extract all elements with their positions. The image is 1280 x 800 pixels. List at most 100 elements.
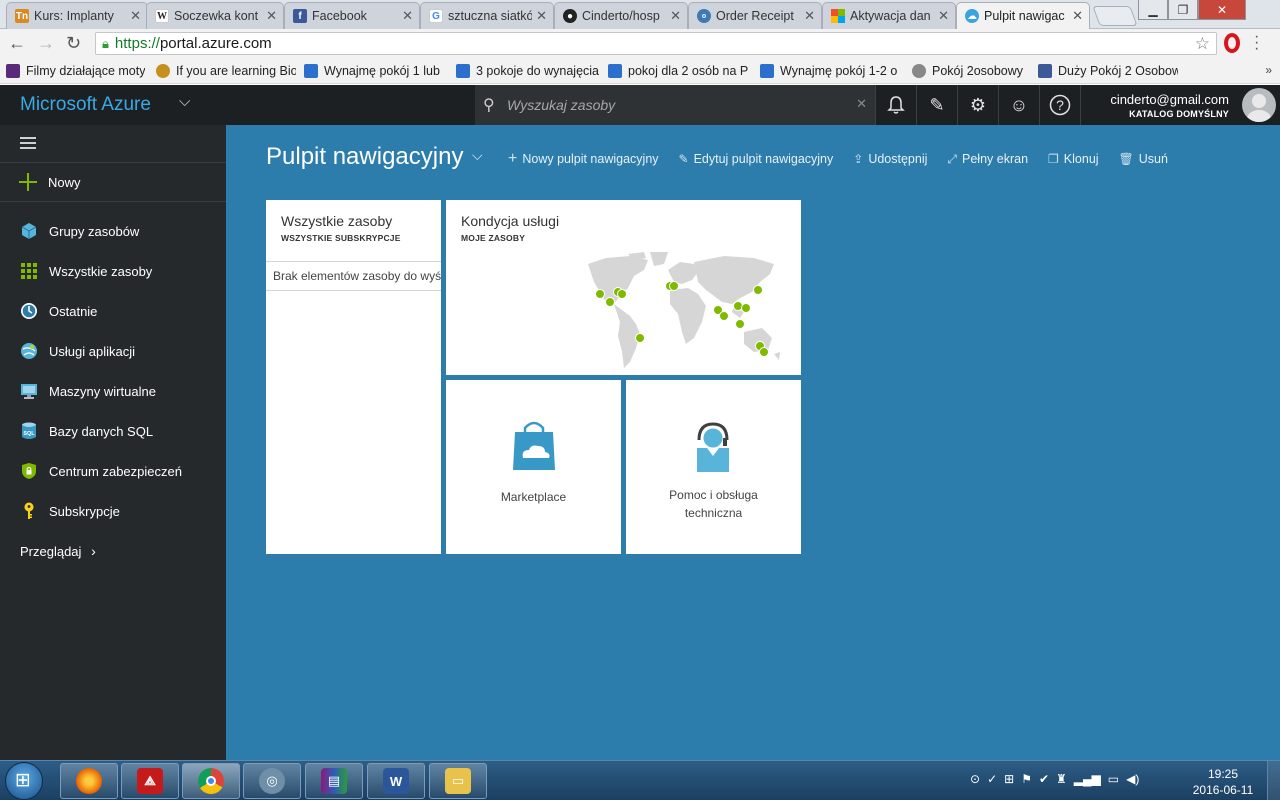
hamburger-menu-icon[interactable] bbox=[20, 137, 36, 152]
delete-button[interactable]: 🗑︎ Usuń bbox=[1119, 150, 1168, 168]
browser-tab[interactable]: W Soczewka kont ✕ bbox=[146, 2, 284, 29]
taskbar-clock[interactable]: 19:25 2016-06-11 bbox=[1188, 766, 1258, 798]
close-window-button[interactable]: ✕ bbox=[1198, 0, 1246, 20]
taskbar-app-acrobat[interactable]: ⟁ bbox=[121, 763, 179, 799]
sql-databases-icon: SQL bbox=[20, 422, 38, 440]
sidebar-item-recent[interactable]: Ostatnie bbox=[0, 291, 226, 331]
address-bar[interactable]: 🔒︎ https://portal.azure.com ☆ bbox=[95, 32, 1217, 55]
reload-icon[interactable]: ↻ bbox=[66, 33, 81, 53]
sidebar-item-virtual-machines[interactable]: Maszyny wirtualne bbox=[0, 371, 226, 411]
tab-close-icon[interactable]: ✕ bbox=[804, 8, 815, 24]
new-tab-button[interactable] bbox=[1092, 6, 1138, 26]
bookmark-item[interactable]: Filmy działające moty bbox=[6, 63, 148, 78]
search-box[interactable]: ⚲ Wyszukaj zasoby ✕ bbox=[475, 85, 875, 125]
bookmark-item[interactable]: Pokój 2osobowy bbox=[912, 63, 1030, 78]
opera-extension-icon[interactable] bbox=[1224, 33, 1240, 53]
browse-more-link[interactable]: Przeglądaj › bbox=[20, 543, 96, 559]
back-arrow-icon[interactable]: ← bbox=[8, 33, 26, 53]
tab-close-icon[interactable]: ✕ bbox=[1072, 8, 1083, 24]
sidebar-item-resource-groups[interactable]: Grupy zasobów bbox=[0, 211, 226, 251]
all-resources-tile[interactable]: Wszystkie zasoby WSZYSTKIE SUBSKRYPCJE B… bbox=[266, 200, 441, 554]
bookmark-item[interactable]: Wynajmę pokój 1 lub bbox=[304, 63, 448, 78]
taskbar-app-teamviewer[interactable]: ◎ bbox=[243, 763, 301, 799]
tab-title: Kurs: Implanty bbox=[34, 9, 114, 23]
account-menu[interactable]: cinderto@gmail.com KATALOG DOMYŚLNY bbox=[1080, 85, 1280, 125]
help-question-icon[interactable]: ? bbox=[1039, 85, 1080, 125]
bookmark-item[interactable]: pokoj dla 2 osób na P bbox=[608, 63, 752, 78]
tray-signal-icon[interactable]: ▂▄▆ bbox=[1074, 772, 1101, 786]
settings-gear-icon[interactable]: ⚙ bbox=[957, 85, 998, 125]
avatar[interactable] bbox=[1242, 88, 1276, 122]
command-label: Nowy pulpit nawigacyjny bbox=[522, 152, 659, 166]
bookmark-item[interactable]: 3 pokoje do wynajęcia bbox=[456, 63, 600, 78]
tray-flag-icon[interactable]: ⚑ bbox=[1021, 772, 1032, 786]
bookmark-item[interactable]: Wynajmę pokój 1-2 o bbox=[760, 63, 904, 78]
bookmark-star-icon[interactable]: ☆ bbox=[1195, 34, 1210, 54]
chrome-icon bbox=[198, 768, 224, 794]
browser-menu-icon[interactable]: · · · bbox=[1254, 29, 1259, 57]
browser-tab-active[interactable]: ☁ Pulpit nawigac ✕ bbox=[956, 2, 1090, 29]
help-support-tile[interactable]: Pomoc i obsługa techniczna bbox=[626, 380, 801, 554]
tab-close-icon[interactable]: ✕ bbox=[536, 8, 547, 24]
tray-ime-icon[interactable]: ✓ bbox=[987, 772, 997, 786]
azure-cloud-icon: ☁ bbox=[965, 9, 979, 23]
browser-tab[interactable]: Aktywacja dan ✕ bbox=[822, 2, 956, 29]
dashboard-switch-chevron-icon[interactable]: ⌵ bbox=[472, 147, 483, 164]
sidebar-item-security-center[interactable]: Centrum zabezpieczeń bbox=[0, 451, 226, 491]
tray-battery-icon[interactable]: ▭ bbox=[1108, 772, 1119, 786]
forward-arrow-icon[interactable]: → bbox=[37, 33, 55, 53]
browser-tab[interactable]: f Facebook ✕ bbox=[284, 2, 420, 29]
taskbar-app-word[interactable]: W bbox=[367, 763, 425, 799]
sidebar-item-sql-databases[interactable]: SQL Bazy danych SQL bbox=[0, 411, 226, 451]
tab-close-icon[interactable]: ✕ bbox=[402, 8, 413, 24]
taskbar-app-explorer[interactable]: ▭ bbox=[429, 763, 487, 799]
bookmarks-overflow-button[interactable]: » bbox=[1265, 63, 1272, 77]
tab-close-icon[interactable]: ✕ bbox=[130, 8, 141, 24]
sidebar-item-app-services[interactable]: Usługi aplikacji bbox=[0, 331, 226, 371]
tab-title: Pulpit nawigac bbox=[984, 9, 1065, 23]
bookmark-label: If you are learning Bio bbox=[176, 63, 296, 78]
restore-button[interactable]: ❐ bbox=[1168, 0, 1198, 20]
browser-tab[interactable]: Tn Kurs: Implanty ✕ bbox=[6, 2, 148, 29]
tab-close-icon[interactable]: ✕ bbox=[670, 8, 681, 24]
browser-tab[interactable]: G sztuczna siatkó ✕ bbox=[420, 2, 554, 29]
browser-tab[interactable]: o Order Receipt ✕ bbox=[688, 2, 822, 29]
bookmark-item[interactable]: If you are learning Bio bbox=[156, 63, 296, 78]
feedback-smiley-icon[interactable]: ☺ bbox=[998, 85, 1039, 125]
sidebar-item-all-resources[interactable]: Wszystkie zasoby bbox=[0, 251, 226, 291]
taskbar-app-firefox[interactable] bbox=[60, 763, 118, 799]
share-button[interactable]: ⇪ Udostępnij bbox=[853, 150, 927, 168]
tab-close-icon[interactable]: ✕ bbox=[938, 8, 949, 24]
edit-pencil-icon[interactable]: ✎ bbox=[916, 85, 957, 125]
minimize-button[interactable]: ▁ bbox=[1138, 0, 1168, 20]
chevron-down-icon[interactable]: ⌵ bbox=[179, 93, 190, 110]
tray-safely-remove-icon[interactable]: ✔ bbox=[1039, 772, 1049, 786]
tray-windows-icon[interactable]: ⊞ bbox=[1004, 772, 1014, 786]
search-input[interactable]: Wyszukaj zasoby bbox=[507, 97, 615, 113]
show-desktop-button[interactable] bbox=[1267, 761, 1280, 800]
marketplace-tile[interactable]: Marketplace bbox=[446, 380, 621, 554]
tray-security-icon[interactable]: ♜ bbox=[1056, 772, 1067, 786]
azure-brand[interactable]: Microsoft Azure bbox=[20, 94, 151, 116]
service-health-tile[interactable]: Kondycja usługi MOJE ZASOBY bbox=[446, 200, 801, 375]
new-resource-button[interactable]: Nowy bbox=[0, 162, 226, 202]
taskbar-app-winrar[interactable]: ▤ bbox=[305, 763, 363, 799]
google-icon: G bbox=[429, 9, 443, 23]
sidebar-item-subscriptions[interactable]: Subskrypcje bbox=[0, 491, 226, 531]
new-dashboard-button[interactable]: + Nowy pulpit nawigacyjny bbox=[508, 150, 659, 168]
edit-dashboard-button[interactable]: ✎ Edytuj pulpit nawigacyjny bbox=[679, 150, 834, 168]
tile-subtitle: MOJE ZASOBY bbox=[461, 233, 526, 243]
clear-search-icon[interactable]: ✕ bbox=[856, 96, 867, 112]
tab-close-icon[interactable]: ✕ bbox=[266, 8, 277, 24]
bookmark-label: Duży Pokój 2 Osobow bbox=[1058, 63, 1178, 78]
taskbar-app-chrome[interactable] bbox=[182, 763, 240, 799]
start-button[interactable] bbox=[5, 762, 43, 800]
tab-title: sztuczna siatkó bbox=[448, 9, 533, 23]
tray-network-agent-icon[interactable]: ⊙ bbox=[970, 772, 980, 786]
fullscreen-button[interactable]: ⤢ Pełny ekran bbox=[947, 150, 1028, 168]
tray-volume-icon[interactable]: ◀) bbox=[1126, 772, 1139, 786]
clone-button[interactable]: ❐ Klonuj bbox=[1048, 150, 1099, 168]
notifications-bell-icon[interactable] bbox=[875, 85, 916, 125]
bookmark-item[interactable]: Duży Pokój 2 Osobow bbox=[1038, 63, 1178, 78]
browser-tab[interactable]: ● Cinderto/hosp ✕ bbox=[554, 2, 688, 29]
